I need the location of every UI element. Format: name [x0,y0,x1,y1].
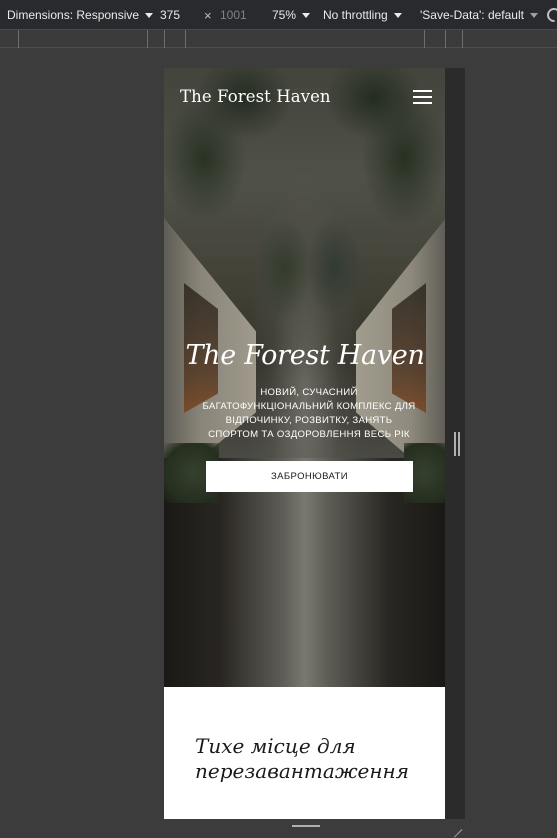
times-icon: × [204,7,212,23]
dimensions-label: Dimensions: Responsive [7,8,140,22]
width-value: 375 [160,8,181,22]
hero-title: The Forest Haven [185,340,425,371]
zoom-value: 75% [272,8,297,22]
height-placeholder: 1001 [220,8,247,22]
resize-handle-bottom[interactable] [292,825,320,829]
zoom-dropdown[interactable]: 75% [272,0,311,30]
resize-handle-right[interactable] [454,432,460,456]
save-data-value: 'Save-Data': default [420,8,524,22]
site-logo[interactable]: The Forest Haven [180,87,331,106]
intro-section: Тихе місце для перезавантаження [164,687,446,819]
rotate-device-icon [544,5,557,25]
hero-section: The Forest Haven The Forest Haven НОВИЙ,… [164,68,446,687]
book-button[interactable]: ЗАБРОНЮВАТИ [206,461,413,492]
device-ruler [0,30,557,48]
dimensions-dropdown[interactable]: Dimensions: Responsive [7,0,154,30]
chevron-down-icon [393,12,402,18]
device-viewport: The Forest Haven The Forest Haven НОВИЙ,… [164,68,446,819]
chevron-down-icon [145,12,154,18]
save-data-dropdown[interactable]: 'Save-Data': default [420,0,538,30]
devtools-device-toolbar: Dimensions: Responsive 375 × 1001 75% No… [0,0,557,30]
throttling-dropdown[interactable]: No throttling [323,0,402,30]
hero-subtitle: НОВИЙ, СУЧАСНИЙ БАГАТОФУНКЦІОНАЛЬНИЙ КОМ… [202,387,416,440]
chevron-down-icon [529,12,538,18]
chevron-down-icon [302,12,311,18]
height-input[interactable]: 1001 [220,0,247,30]
hamburger-menu-icon[interactable] [413,90,432,105]
throttling-value: No throttling [323,8,388,22]
resize-handle-corner[interactable] [450,818,462,830]
rotate-device-button[interactable] [544,0,557,30]
section-title: Тихе місце для перезавантаження [195,734,409,783]
width-input[interactable]: 375 [160,0,180,30]
